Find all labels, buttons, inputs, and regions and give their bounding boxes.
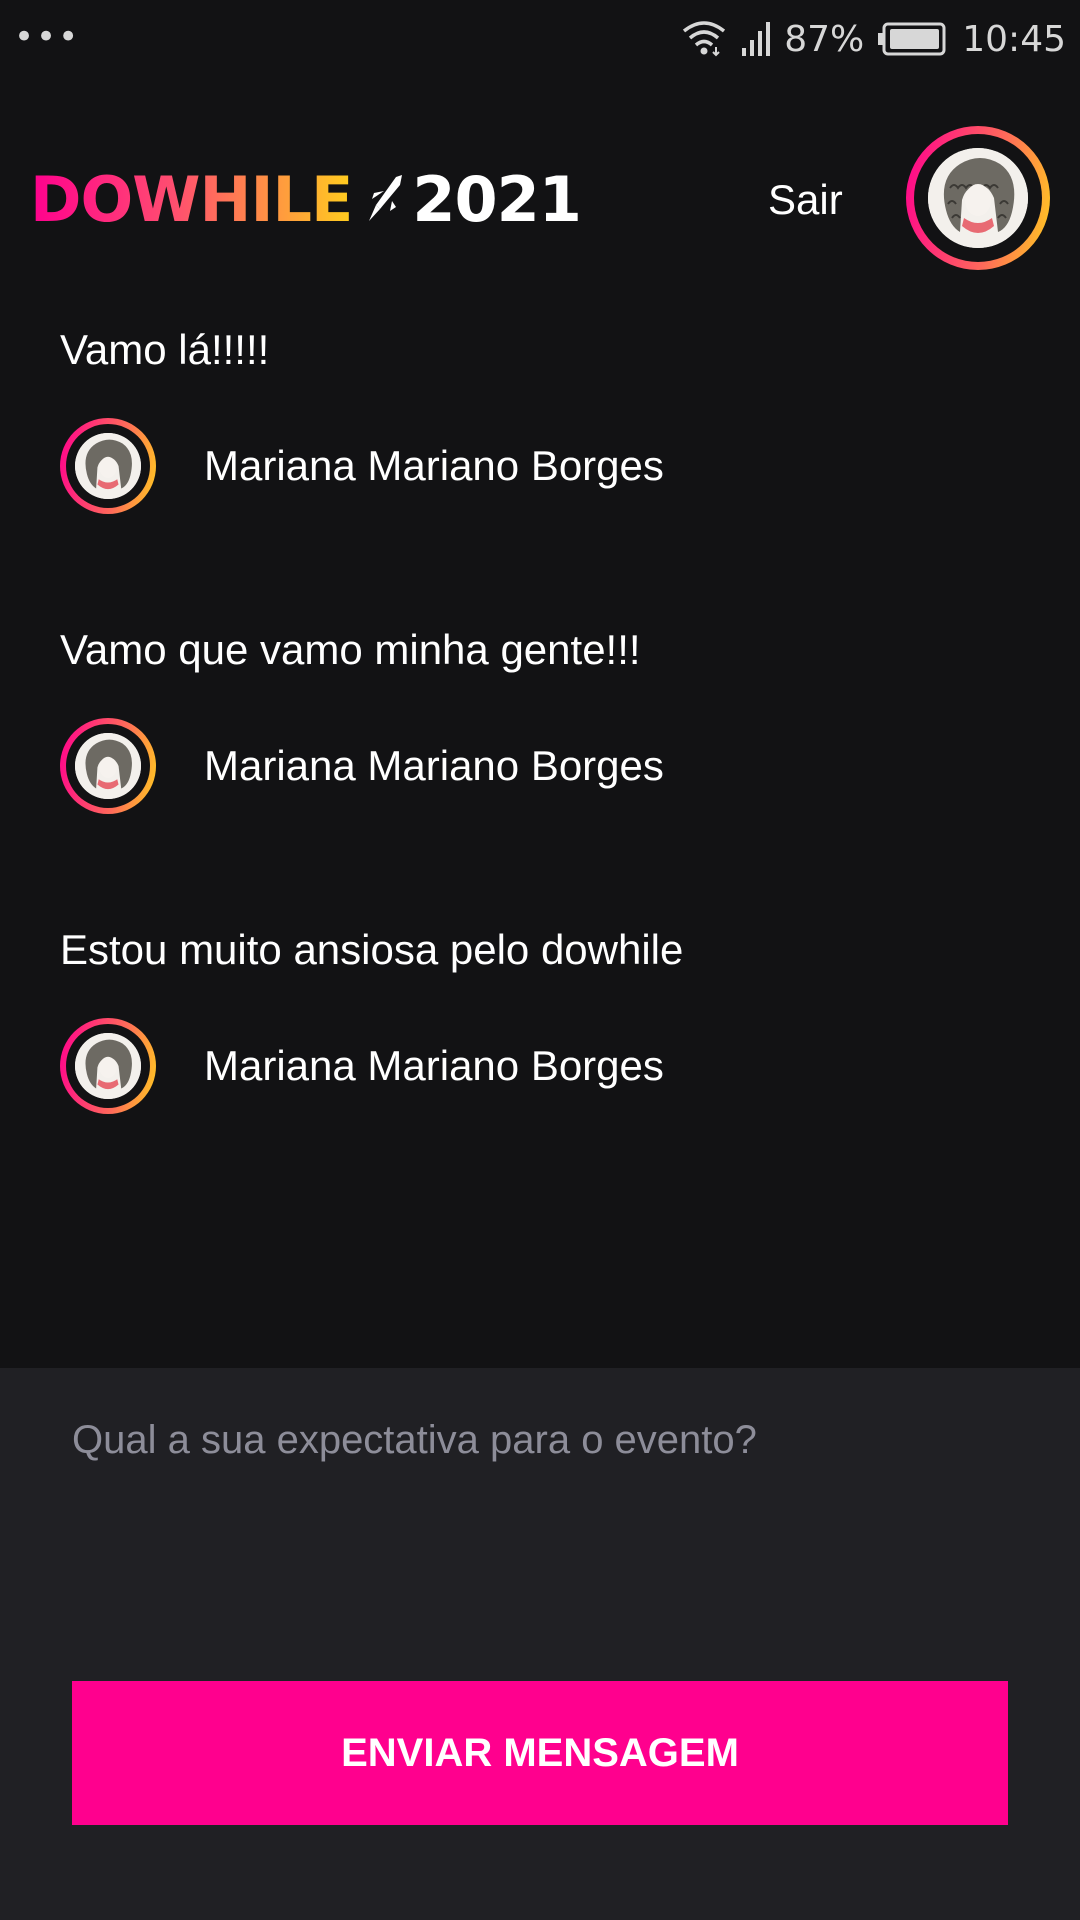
logout-button[interactable]: Sair	[768, 176, 843, 224]
author-name: Mariana Mariano Borges	[204, 1042, 664, 1089]
message-text: Vamo lá!!!!!	[60, 326, 270, 373]
dowhile-logo: DOWHILE 2021	[30, 163, 582, 236]
author-avatar	[60, 1018, 156, 1114]
signal-icon	[740, 20, 771, 58]
author-avatar	[60, 718, 156, 814]
author-name: Mariana Mariano Borges	[204, 442, 664, 489]
avatar-photo-icon	[928, 148, 1028, 248]
battery-percent: 87%	[784, 18, 865, 60]
user-avatar[interactable]	[906, 126, 1050, 270]
message-item: Estou muito ansiosa pelo dowhile Mariana…	[60, 920, 1020, 1220]
message-composer: ENVIAR MENSAGEM	[0, 1368, 1080, 1920]
clock: 10:45	[962, 18, 1066, 60]
message-text: Estou muito ansiosa pelo dowhile	[60, 926, 684, 973]
author-avatar	[60, 418, 156, 514]
battery-icon	[878, 22, 948, 56]
message-text: Vamo que vamo minha gente!!!	[60, 626, 641, 673]
status-indicators: 87% 10:45	[682, 14, 1066, 64]
wifi-icon	[682, 19, 726, 59]
logo-word: DOWHILE	[30, 163, 353, 236]
app-header: DOWHILE 2021 Sair	[0, 120, 1080, 275]
avatar-photo-icon	[75, 733, 141, 799]
message-item: Vamo lá!!!!! Mariana Mariano Borges	[60, 320, 1020, 620]
avatar-photo-icon	[75, 433, 141, 499]
avatar-photo-icon	[75, 1033, 141, 1099]
logo-year: 2021	[412, 163, 582, 236]
status-bar: ••• 87% 10:45	[0, 0, 1080, 80]
rocket-icon	[366, 171, 406, 230]
message-author: Mariana Mariano Borges	[60, 718, 664, 814]
message-input[interactable]	[72, 1418, 1008, 1618]
send-message-button[interactable]: ENVIAR MENSAGEM	[72, 1681, 1008, 1825]
message-item: Vamo que vamo minha gente!!! Mariana Mar…	[60, 620, 1020, 920]
author-name: Mariana Mariano Borges	[204, 742, 664, 789]
notification-dots-icon: •••	[14, 17, 81, 57]
message-author: Mariana Mariano Borges	[60, 1018, 664, 1114]
message-list: Vamo lá!!!!! Mariana Mariano Borges Vamo…	[60, 320, 1020, 1220]
message-author: Mariana Mariano Borges	[60, 418, 664, 514]
